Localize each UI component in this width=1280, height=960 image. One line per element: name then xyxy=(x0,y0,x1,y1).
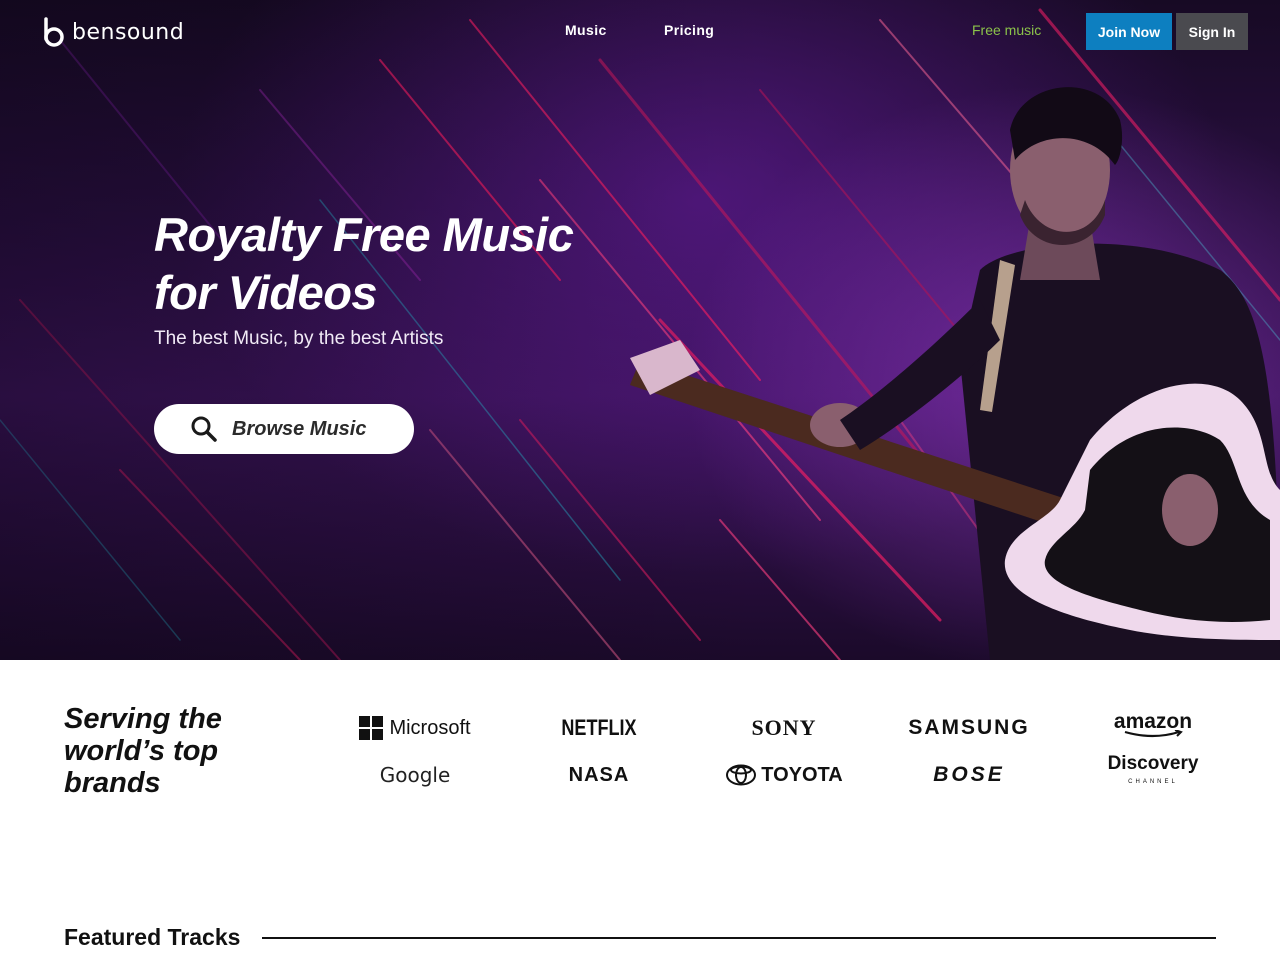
search-icon xyxy=(191,416,217,442)
bensound-logo[interactable]: bensound xyxy=(42,16,184,48)
join-now-button[interactable]: Join Now xyxy=(1086,13,1172,50)
hero-title-line1: Royalty Free Music xyxy=(154,208,574,261)
nav-music-link[interactable]: Music xyxy=(565,22,607,38)
microsoft-logo-text: Microsoft xyxy=(389,716,471,739)
discovery-logo-text: Discovery xyxy=(1107,753,1199,774)
google-logo: Google xyxy=(379,763,451,787)
sign-in-button[interactable]: Sign In xyxy=(1176,13,1248,50)
toyota-logo: TOYOTA xyxy=(699,759,869,791)
browse-music-label: Browse Music xyxy=(232,417,367,440)
amazon-logo: amazon xyxy=(1068,708,1238,740)
toyota-emblem-icon xyxy=(726,764,757,786)
discovery-channel-text: CHANNEL xyxy=(1128,779,1178,785)
sony-logo: SONY xyxy=(751,715,817,740)
discovery-logo: Discovery CHANNEL xyxy=(1068,753,1238,789)
featured-tracks-title: Featured Tracks xyxy=(64,924,241,950)
nasa-logo: NASA xyxy=(568,763,630,786)
bensound-logo-text: bensound xyxy=(72,19,185,45)
microsoft-logo: Microsoft xyxy=(330,712,500,744)
nav-pricing-link[interactable]: Pricing xyxy=(664,22,714,38)
brands-title: Serving the world’s top brands xyxy=(64,703,222,799)
microsoft-icon xyxy=(359,716,384,740)
guitarist-image xyxy=(630,87,1280,660)
bose-logo: BOSE xyxy=(933,763,1005,786)
samsung-logo: SAMSUNG xyxy=(908,716,1030,739)
hero-subtitle: The best Music, by the best Artists xyxy=(154,328,444,349)
bensound-logo-icon xyxy=(44,17,64,47)
nav-free-music-link[interactable]: Free music xyxy=(972,22,1041,38)
amazon-smile-icon xyxy=(1124,730,1183,738)
hero-title-line2: for Videos xyxy=(154,266,378,319)
top-nav: bensound Music Pricing Free music Join N… xyxy=(0,0,1280,64)
toyota-logo-text: TOYOTA xyxy=(761,763,843,786)
hero-banner: bensound Music Pricing Free music Join N… xyxy=(0,0,1280,660)
netflix-logo: NETFLIX xyxy=(561,715,637,740)
browse-music-button[interactable]: Browse Music xyxy=(154,404,414,454)
featured-divider xyxy=(262,937,1216,939)
hero-title: Royalty Free Music for Videos xyxy=(154,206,674,322)
